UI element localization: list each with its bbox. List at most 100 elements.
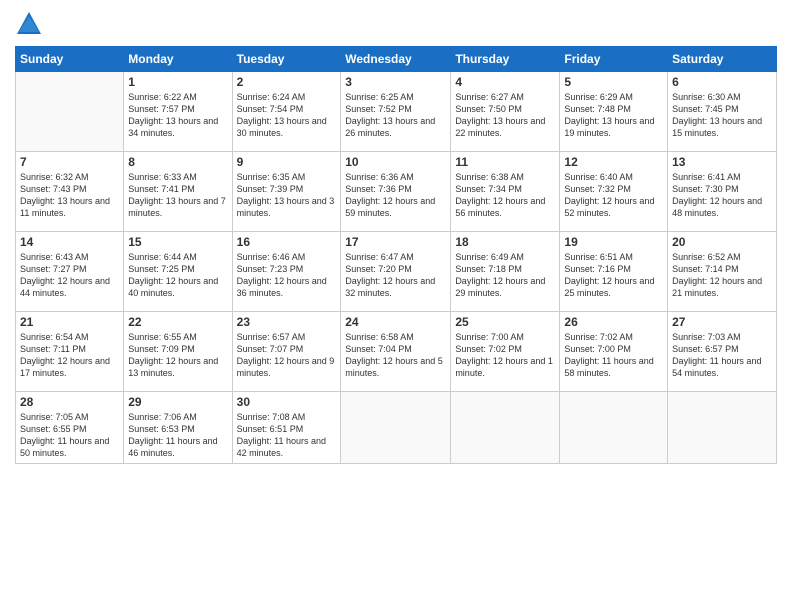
calendar-header-row: SundayMondayTuesdayWednesdayThursdayFrid… [16, 47, 777, 72]
day-info: Sunrise: 6:52 AMSunset: 7:14 PMDaylight:… [672, 251, 772, 300]
calendar-cell [16, 72, 124, 152]
day-number: 26 [564, 315, 663, 329]
day-number: 11 [455, 155, 555, 169]
day-number: 28 [20, 395, 119, 409]
day-info: Sunrise: 7:06 AMSunset: 6:53 PMDaylight:… [128, 411, 227, 460]
day-number: 4 [455, 75, 555, 89]
day-info: Sunrise: 6:22 AMSunset: 7:57 PMDaylight:… [128, 91, 227, 140]
day-number: 18 [455, 235, 555, 249]
day-info: Sunrise: 6:55 AMSunset: 7:09 PMDaylight:… [128, 331, 227, 380]
calendar-cell: 7Sunrise: 6:32 AMSunset: 7:43 PMDaylight… [16, 152, 124, 232]
day-number: 30 [237, 395, 337, 409]
calendar-cell: 23 Sunrise: 6:57 AMSunset: 7:07 PMDayligh… [232, 312, 341, 392]
calendar-cell: 6Sunrise: 6:30 AMSunset: 7:45 PMDaylight… [668, 72, 777, 152]
day-number: 2 [237, 75, 337, 89]
weekday-header: Monday [124, 47, 232, 72]
calendar-week-row: 1 Sunrise: 6:22 AMSunset: 7:57 PMDaylight… [16, 72, 777, 152]
day-info: Sunrise: 6:47 AMSunset: 7:20 PMDaylight:… [345, 251, 446, 300]
calendar-cell: 12 Sunrise: 6:40 AMSunset: 7:32 PMDayligh… [560, 152, 668, 232]
day-number: 19 [564, 235, 663, 249]
day-info: Sunrise: 6:25 AMSunset: 7:52 PMDaylight:… [345, 91, 446, 140]
calendar-cell: 19 Sunrise: 6:51 AMSunset: 7:16 PMDayligh… [560, 232, 668, 312]
day-info: Sunrise: 6:57 AMSunset: 7:07 PMDaylight:… [237, 331, 337, 380]
day-info: Sunrise: 7:03 AMSunset: 6:57 PMDaylight:… [672, 331, 772, 380]
calendar-cell: 11 Sunrise: 6:38 AMSunset: 7:34 PMDayligh… [451, 152, 560, 232]
day-number: 14 [20, 235, 119, 249]
day-info: Sunrise: 6:24 AMSunset: 7:54 PMDaylight:… [237, 91, 337, 140]
day-info: Sunrise: 6:38 AMSunset: 7:34 PMDaylight:… [455, 171, 555, 220]
day-info: Sunrise: 6:40 AMSunset: 7:32 PMDaylight:… [564, 171, 663, 220]
calendar-week-row: 28 Sunrise: 7:05 AMSunset: 6:55 PMDayligh… [16, 392, 777, 464]
calendar-cell: 20 Sunrise: 6:52 AMSunset: 7:14 PMDayligh… [668, 232, 777, 312]
weekday-header: Tuesday [232, 47, 341, 72]
day-number: 20 [672, 235, 772, 249]
calendar-cell: 9 Sunrise: 6:35 AMSunset: 7:39 PMDaylight… [232, 152, 341, 232]
day-number: 7 [20, 155, 119, 169]
calendar-cell: 30 Sunrise: 7:08 AMSunset: 6:51 PMDayligh… [232, 392, 341, 464]
day-info: Sunrise: 6:49 AMSunset: 7:18 PMDaylight:… [455, 251, 555, 300]
weekday-header: Thursday [451, 47, 560, 72]
calendar-week-row: 21 Sunrise: 6:54 AMSunset: 7:11 PMDayligh… [16, 312, 777, 392]
calendar-cell: 18 Sunrise: 6:49 AMSunset: 7:18 PMDayligh… [451, 232, 560, 312]
calendar-week-row: 7Sunrise: 6:32 AMSunset: 7:43 PMDaylight… [16, 152, 777, 232]
weekday-header: Saturday [668, 47, 777, 72]
calendar-cell: 5 Sunrise: 6:29 AMSunset: 7:48 PMDaylight… [560, 72, 668, 152]
day-info: Sunrise: 7:05 AMSunset: 6:55 PMDaylight:… [20, 411, 119, 460]
day-number: 23 [237, 315, 337, 329]
day-number: 27 [672, 315, 772, 329]
day-number: 6 [672, 75, 772, 89]
calendar-cell: 8Sunrise: 6:33 AMSunset: 7:41 PMDaylight… [124, 152, 232, 232]
day-number: 5 [564, 75, 663, 89]
weekday-header: Friday [560, 47, 668, 72]
calendar-cell [560, 392, 668, 464]
calendar-cell: 2 Sunrise: 6:24 AMSunset: 7:54 PMDaylight… [232, 72, 341, 152]
calendar-cell [451, 392, 560, 464]
calendar-cell: 14Sunrise: 6:43 AMSunset: 7:27 PMDayligh… [16, 232, 124, 312]
header [15, 10, 777, 38]
calendar-cell: 17 Sunrise: 6:47 AMSunset: 7:20 PMDayligh… [341, 232, 451, 312]
day-number: 29 [128, 395, 227, 409]
day-number: 15 [128, 235, 227, 249]
calendar-cell: 10 Sunrise: 6:36 AMSunset: 7:36 PMDayligh… [341, 152, 451, 232]
weekday-header: Wednesday [341, 47, 451, 72]
day-info: Sunrise: 7:00 AMSunset: 7:02 PMDaylight:… [455, 331, 555, 380]
calendar-cell: 25 Sunrise: 7:00 AMSunset: 7:02 PMDayligh… [451, 312, 560, 392]
calendar-cell: 4 Sunrise: 6:27 AMSunset: 7:50 PMDaylight… [451, 72, 560, 152]
day-info: Sunrise: 6:27 AMSunset: 7:50 PMDaylight:… [455, 91, 555, 140]
calendar-cell: 13 Sunrise: 6:41 AMSunset: 7:30 PMDayligh… [668, 152, 777, 232]
calendar-cell: 22 Sunrise: 6:55 AMSunset: 7:09 PMDayligh… [124, 312, 232, 392]
day-info: Sunrise: 7:08 AMSunset: 6:51 PMDaylight:… [237, 411, 337, 460]
page: SundayMondayTuesdayWednesdayThursdayFrid… [0, 0, 792, 612]
logo-icon [15, 10, 43, 38]
calendar-cell: 29 Sunrise: 7:06 AMSunset: 6:53 PMDayligh… [124, 392, 232, 464]
day-number: 13 [672, 155, 772, 169]
day-info: Sunrise: 6:41 AMSunset: 7:30 PMDaylight:… [672, 171, 772, 220]
day-info: Sunrise: 6:51 AMSunset: 7:16 PMDaylight:… [564, 251, 663, 300]
calendar-cell: 1 Sunrise: 6:22 AMSunset: 7:57 PMDaylight… [124, 72, 232, 152]
day-number: 3 [345, 75, 446, 89]
calendar-week-row: 14Sunrise: 6:43 AMSunset: 7:27 PMDayligh… [16, 232, 777, 312]
logo [15, 10, 47, 38]
day-info: Sunrise: 6:44 AMSunset: 7:25 PMDaylight:… [128, 251, 227, 300]
day-number: 22 [128, 315, 227, 329]
day-number: 16 [237, 235, 337, 249]
day-info: Sunrise: 6:36 AMSunset: 7:36 PMDaylight:… [345, 171, 446, 220]
day-info: Sunrise: 6:58 AMSunset: 7:04 PMDaylight:… [345, 331, 446, 380]
day-info: Sunrise: 6:46 AMSunset: 7:23 PMDaylight:… [237, 251, 337, 300]
day-number: 1 [128, 75, 227, 89]
day-number: 9 [237, 155, 337, 169]
day-number: 24 [345, 315, 446, 329]
weekday-header: Sunday [16, 47, 124, 72]
day-number: 17 [345, 235, 446, 249]
day-number: 12 [564, 155, 663, 169]
day-number: 10 [345, 155, 446, 169]
day-number: 8 [128, 155, 227, 169]
day-info: Sunrise: 6:54 AMSunset: 7:11 PMDaylight:… [20, 331, 119, 380]
calendar-cell: 24 Sunrise: 6:58 AMSunset: 7:04 PMDayligh… [341, 312, 451, 392]
day-info: Sunrise: 6:35 AMSunset: 7:39 PMDaylight:… [237, 171, 337, 220]
day-info: Sunrise: 6:29 AMSunset: 7:48 PMDaylight:… [564, 91, 663, 140]
day-number: 25 [455, 315, 555, 329]
day-number: 21 [20, 315, 119, 329]
calendar-cell: 3 Sunrise: 6:25 AMSunset: 7:52 PMDaylight… [341, 72, 451, 152]
day-info: Sunrise: 7:02 AMSunset: 7:00 PMDaylight:… [564, 331, 663, 380]
